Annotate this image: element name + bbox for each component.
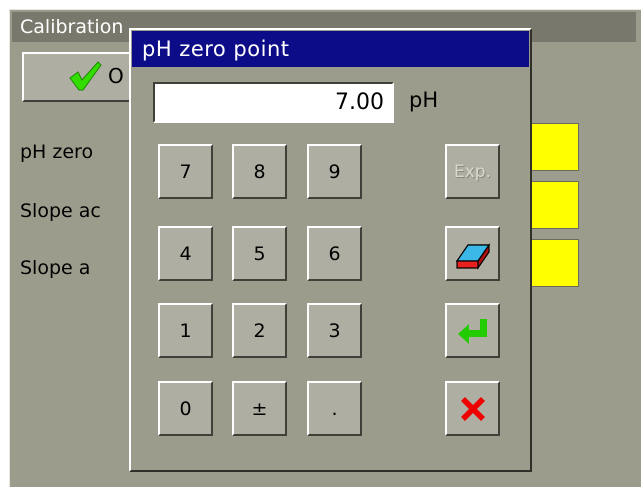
clear-button[interactable]	[445, 226, 500, 281]
key-0[interactable]: 0	[158, 381, 213, 436]
key-9[interactable]: 9	[307, 144, 362, 199]
row-label-ph-zero: pH zero	[20, 141, 94, 163]
value-display[interactable]: 7.00	[153, 82, 394, 123]
key-6[interactable]: 6	[307, 226, 362, 281]
exp-button[interactable]: Exp.	[445, 144, 500, 199]
key-8[interactable]: 8	[232, 144, 287, 199]
ph-zero-value-field[interactable]	[528, 123, 579, 171]
slope-2-value-field[interactable]	[528, 239, 579, 287]
key-7[interactable]: 7	[158, 144, 213, 199]
key-plus-minus[interactable]: ±	[232, 381, 287, 436]
eraser-icon	[454, 237, 492, 271]
enter-arrow-icon	[456, 317, 490, 345]
key-2[interactable]: 2	[232, 303, 287, 358]
enter-button[interactable]	[445, 303, 500, 358]
red-x-icon	[458, 394, 488, 424]
key-5[interactable]: 5	[232, 226, 287, 281]
cancel-button[interactable]	[445, 381, 500, 436]
checkmark-icon	[68, 60, 102, 96]
ph-zero-point-dialog: pH zero point 7.00 pH 7 8 9 4 5 6 1 2 3 …	[129, 28, 532, 472]
slope-1-value-field[interactable]	[528, 181, 579, 229]
key-decimal-point[interactable]: .	[307, 381, 362, 436]
key-4[interactable]: 4	[158, 226, 213, 281]
key-3[interactable]: 3	[307, 303, 362, 358]
row-label-slope-1: Slope ac	[20, 200, 101, 222]
dialog-title: pH zero point	[132, 31, 529, 67]
row-label-slope-2: Slope a	[20, 257, 91, 279]
ok-label: O	[108, 64, 124, 88]
key-1[interactable]: 1	[158, 303, 213, 358]
unit-label: pH	[409, 88, 439, 112]
